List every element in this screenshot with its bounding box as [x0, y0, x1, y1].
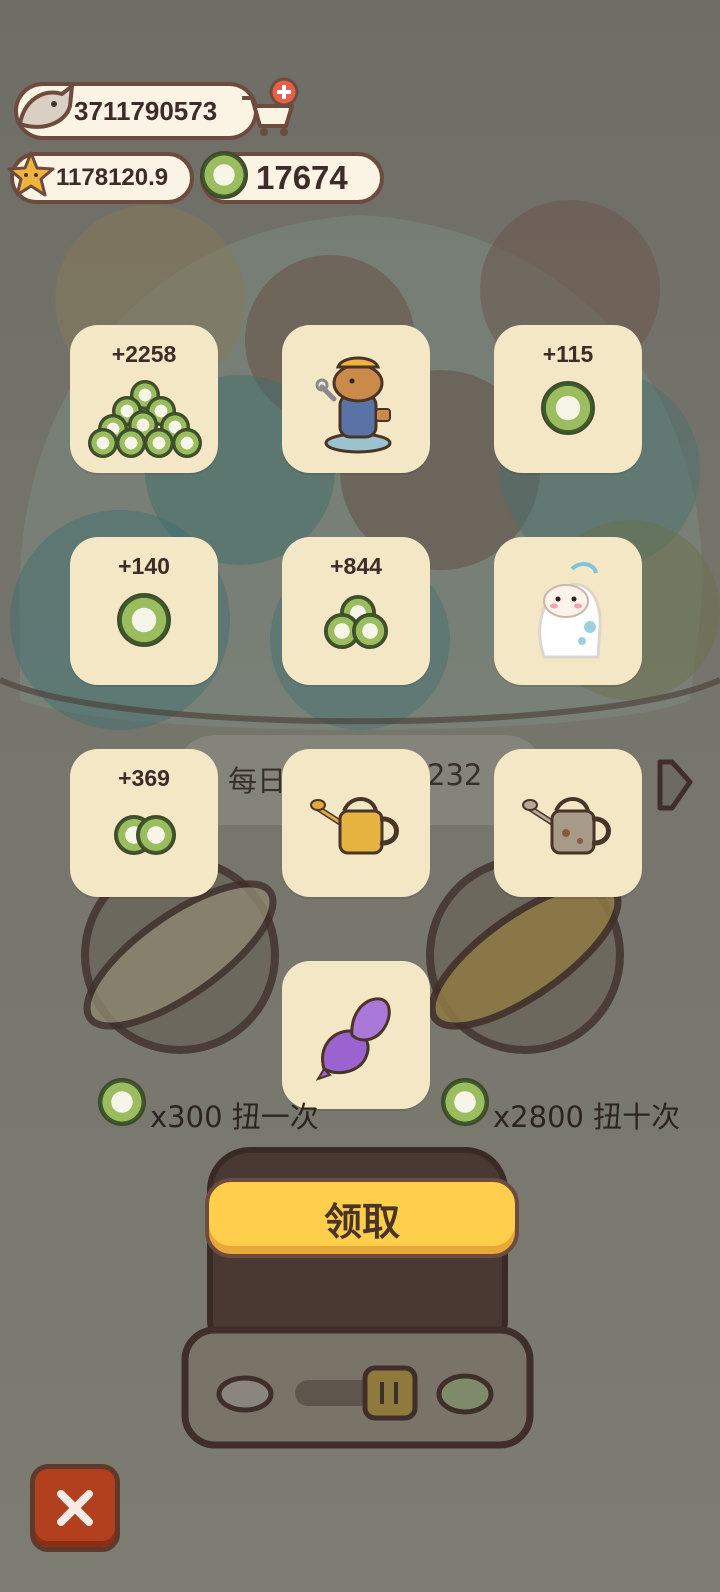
- close-button[interactable]: [30, 1464, 120, 1552]
- claim-button[interactable]: 领取: [205, 1178, 519, 1258]
- purple-fish-icon: [316, 997, 391, 1081]
- coin-pile-icon: [88, 380, 202, 458]
- coin-icon: [98, 1078, 146, 1126]
- reward-tile[interactable]: [494, 537, 642, 685]
- coin-icon: [441, 1078, 489, 1126]
- reward-tile[interactable]: [282, 749, 430, 897]
- frog-sticker-icon: [538, 562, 602, 659]
- golden-watering-can-icon: [310, 797, 399, 855]
- daily-banner-left: 每日: [228, 764, 287, 798]
- coins-pair-icon: [114, 813, 178, 855]
- ten-spin-price[interactable]: x2800 扭十次: [493, 1094, 680, 1136]
- close-icon: [57, 1490, 93, 1526]
- coin-icon: [117, 593, 171, 647]
- reward-amount: +115: [542, 341, 594, 367]
- reward-tile[interactable]: +140: [70, 537, 218, 685]
- coin-icon: [200, 151, 248, 199]
- reward-tile[interactable]: [282, 325, 430, 473]
- fish-icon: [18, 84, 74, 129]
- reward-tile[interactable]: [282, 961, 430, 1109]
- reward-amount: +369: [118, 765, 170, 791]
- reward-tile[interactable]: +844: [282, 537, 430, 685]
- reward-tile[interactable]: +115: [494, 325, 642, 473]
- star-amount: 1178120.9: [56, 164, 169, 191]
- reward-tile[interactable]: +369: [70, 749, 218, 897]
- single-spin-price[interactable]: x300 扭一次: [150, 1094, 319, 1136]
- fish-amount: 3711790573: [74, 95, 218, 126]
- coin-stack-icon: [324, 595, 388, 651]
- reward-amount: +2258: [111, 341, 177, 367]
- cart-plus-icon: [242, 77, 299, 136]
- reward-amount: +844: [330, 553, 382, 579]
- rusty-watering-can-icon: [522, 797, 611, 855]
- coin-icon: [541, 381, 595, 435]
- reward-tile[interactable]: [494, 749, 642, 897]
- star-icon: [7, 151, 55, 197]
- capybara-mechanic-icon: [315, 356, 392, 454]
- shop-cart-button[interactable]: [238, 76, 302, 140]
- daily-banner-right: 232: [427, 758, 483, 792]
- reward-tile[interactable]: +2258: [70, 325, 218, 473]
- coin-amount: 17674: [256, 159, 348, 196]
- reward-amount: +140: [118, 553, 170, 579]
